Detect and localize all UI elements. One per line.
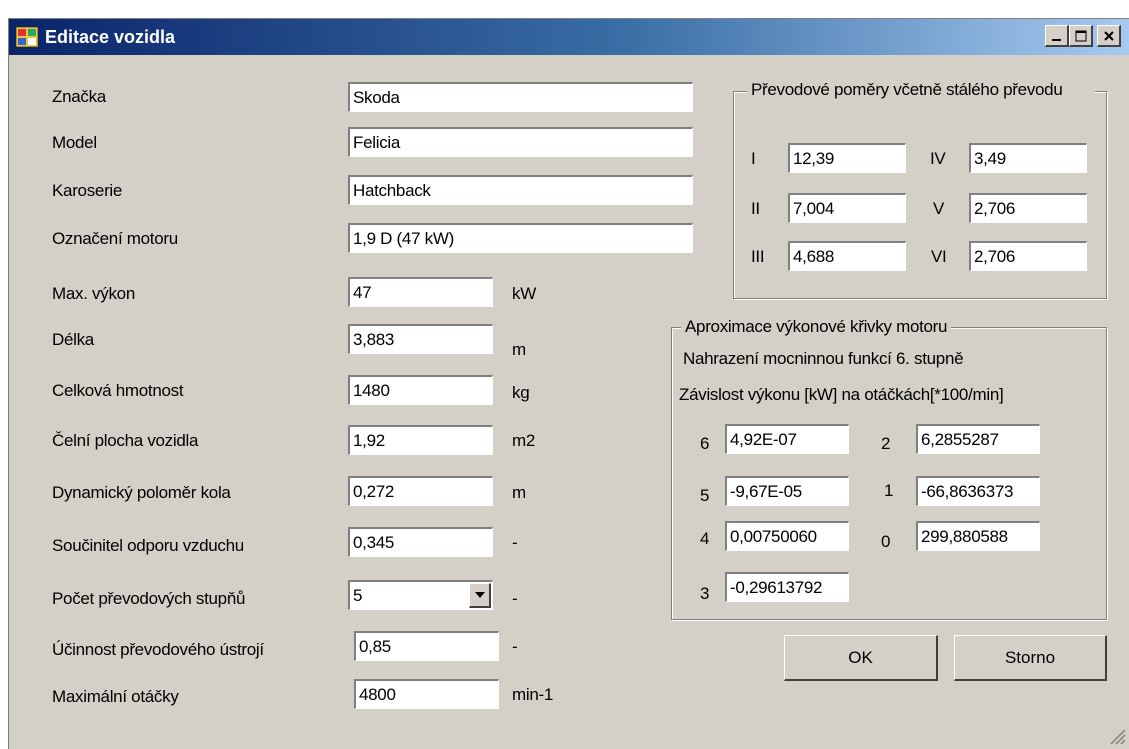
power-curve-title: Aproximace výkonové křivky motoru bbox=[681, 317, 952, 337]
weight-unit: kg bbox=[512, 383, 530, 402]
efficiency-unit: - bbox=[512, 637, 518, 656]
weight-input[interactable]: 1480 bbox=[348, 375, 493, 405]
gear-6-input[interactable]: 2,706 bbox=[969, 241, 1087, 271]
brand-input[interactable]: Skoda bbox=[348, 82, 693, 112]
close-button[interactable] bbox=[1097, 25, 1121, 47]
coef-4-input[interactable]: 0,00750060 bbox=[725, 521, 849, 551]
minimize-icon bbox=[1051, 38, 1061, 41]
coef-6-label: 6 bbox=[700, 434, 710, 453]
gear-4-input[interactable]: 3,49 bbox=[969, 143, 1087, 173]
length-unit: m bbox=[512, 340, 526, 359]
coef-0-input[interactable]: 299,880588 bbox=[916, 521, 1040, 551]
gear-count-select[interactable]: 5 bbox=[348, 580, 493, 610]
max-power-unit: kW bbox=[512, 284, 536, 303]
wheel-radius-unit: m bbox=[512, 483, 526, 502]
coef-1-label: 1 bbox=[884, 481, 894, 500]
body-input[interactable]: Hatchback bbox=[348, 175, 693, 205]
gear-2-input[interactable]: 7,004 bbox=[788, 193, 906, 223]
frontal-area-input[interactable]: 1,92 bbox=[348, 425, 493, 455]
gear-count-dropdown-button[interactable] bbox=[469, 583, 491, 608]
coef-3-label: 3 bbox=[700, 584, 710, 603]
gear-4-label: IV bbox=[930, 149, 946, 168]
drag-coef-unit: - bbox=[512, 533, 518, 552]
drag-coef-label: Součinitel odporu vzduchu bbox=[52, 536, 244, 555]
frontal-area-unit: m2 bbox=[512, 431, 536, 450]
ok-button[interactable]: OK bbox=[784, 635, 938, 681]
close-icon bbox=[1103, 30, 1114, 41]
max-rpm-input[interactable]: 4800 bbox=[354, 679, 499, 709]
coef-1-input[interactable]: -66,8636373 bbox=[916, 476, 1040, 506]
power-curve-desc-1: Nahrazení mocninnou funkcí 6. stupně bbox=[683, 349, 964, 368]
coef-5-label: 5 bbox=[700, 486, 710, 505]
efficiency-input[interactable]: 0,85 bbox=[354, 631, 499, 661]
max-power-label: Max. výkon bbox=[52, 284, 135, 303]
app-icon bbox=[16, 27, 38, 47]
engine-label: Označení motoru bbox=[52, 229, 178, 248]
title-bar[interactable]: Editace vozidla bbox=[9, 19, 1129, 55]
gear-3-input[interactable]: 4,688 bbox=[788, 241, 906, 271]
minimize-button[interactable] bbox=[1045, 25, 1069, 47]
maximize-icon bbox=[1075, 30, 1086, 41]
power-curve-desc-2: Závislost výkonu [kW] na otáčkách[*100/m… bbox=[679, 385, 1004, 404]
coef-5-input[interactable]: -9,67E-05 bbox=[725, 476, 849, 506]
brand-label: Značka bbox=[52, 87, 106, 106]
gear-1-input[interactable]: 12,39 bbox=[788, 143, 906, 173]
gear-count-value: 5 bbox=[353, 586, 363, 605]
max-rpm-unit: min-1 bbox=[512, 685, 554, 704]
chevron-down-icon bbox=[474, 592, 485, 598]
length-input[interactable]: 3,883 bbox=[348, 324, 493, 354]
gear-3-label: III bbox=[751, 247, 765, 266]
max-rpm-label: Maximální otáčky bbox=[52, 687, 179, 706]
gear-6-label: VI bbox=[931, 247, 947, 266]
wheel-radius-input[interactable]: 0,272 bbox=[348, 476, 493, 506]
weight-label: Celková hmotnost bbox=[52, 381, 184, 400]
length-label: Délka bbox=[52, 330, 94, 349]
window-title: Editace vozidla bbox=[45, 27, 176, 47]
cancel-button[interactable]: Storno bbox=[954, 635, 1107, 681]
body-label: Karoserie bbox=[52, 181, 123, 200]
gear-count-label: Počet převodových stupňů bbox=[52, 589, 246, 608]
efficiency-label: Účinnost převodového ústrojí bbox=[52, 640, 264, 659]
resize-grip-icon[interactable] bbox=[1107, 726, 1127, 746]
gear-2-label: II bbox=[751, 199, 760, 218]
max-power-input[interactable]: 47 bbox=[348, 277, 493, 307]
vehicle-edit-window: Editace vozidla Značka Skoda Model Felic… bbox=[8, 18, 1129, 749]
gear-5-label: V bbox=[933, 199, 945, 218]
coef-3-input[interactable]: -0,29613792 bbox=[725, 572, 849, 602]
coef-0-label: 0 bbox=[881, 532, 891, 551]
gear-ratios-title: Převodové poměry včetně stálého převodu bbox=[747, 80, 1095, 100]
coef-2-input[interactable]: 6,2855287 bbox=[916, 424, 1040, 454]
coef-2-label: 2 bbox=[881, 434, 891, 453]
gear-5-input[interactable]: 2,706 bbox=[969, 193, 1087, 223]
coef-6-input[interactable]: 4,92E-07 bbox=[725, 424, 849, 454]
coef-4-label: 4 bbox=[700, 529, 710, 548]
model-input[interactable]: Felicia bbox=[348, 127, 693, 157]
engine-input[interactable]: 1,9 D (47 kW) bbox=[348, 223, 693, 253]
wheel-radius-label: Dynamický poloměr kola bbox=[52, 483, 231, 502]
model-label: Model bbox=[52, 133, 97, 152]
maximize-button[interactable] bbox=[1069, 25, 1093, 47]
gear-1-label: I bbox=[751, 149, 756, 168]
gear-count-unit: - bbox=[512, 589, 518, 608]
drag-coef-input[interactable]: 0,345 bbox=[348, 527, 493, 557]
frontal-area-label: Čelní plocha vozidla bbox=[52, 431, 199, 450]
